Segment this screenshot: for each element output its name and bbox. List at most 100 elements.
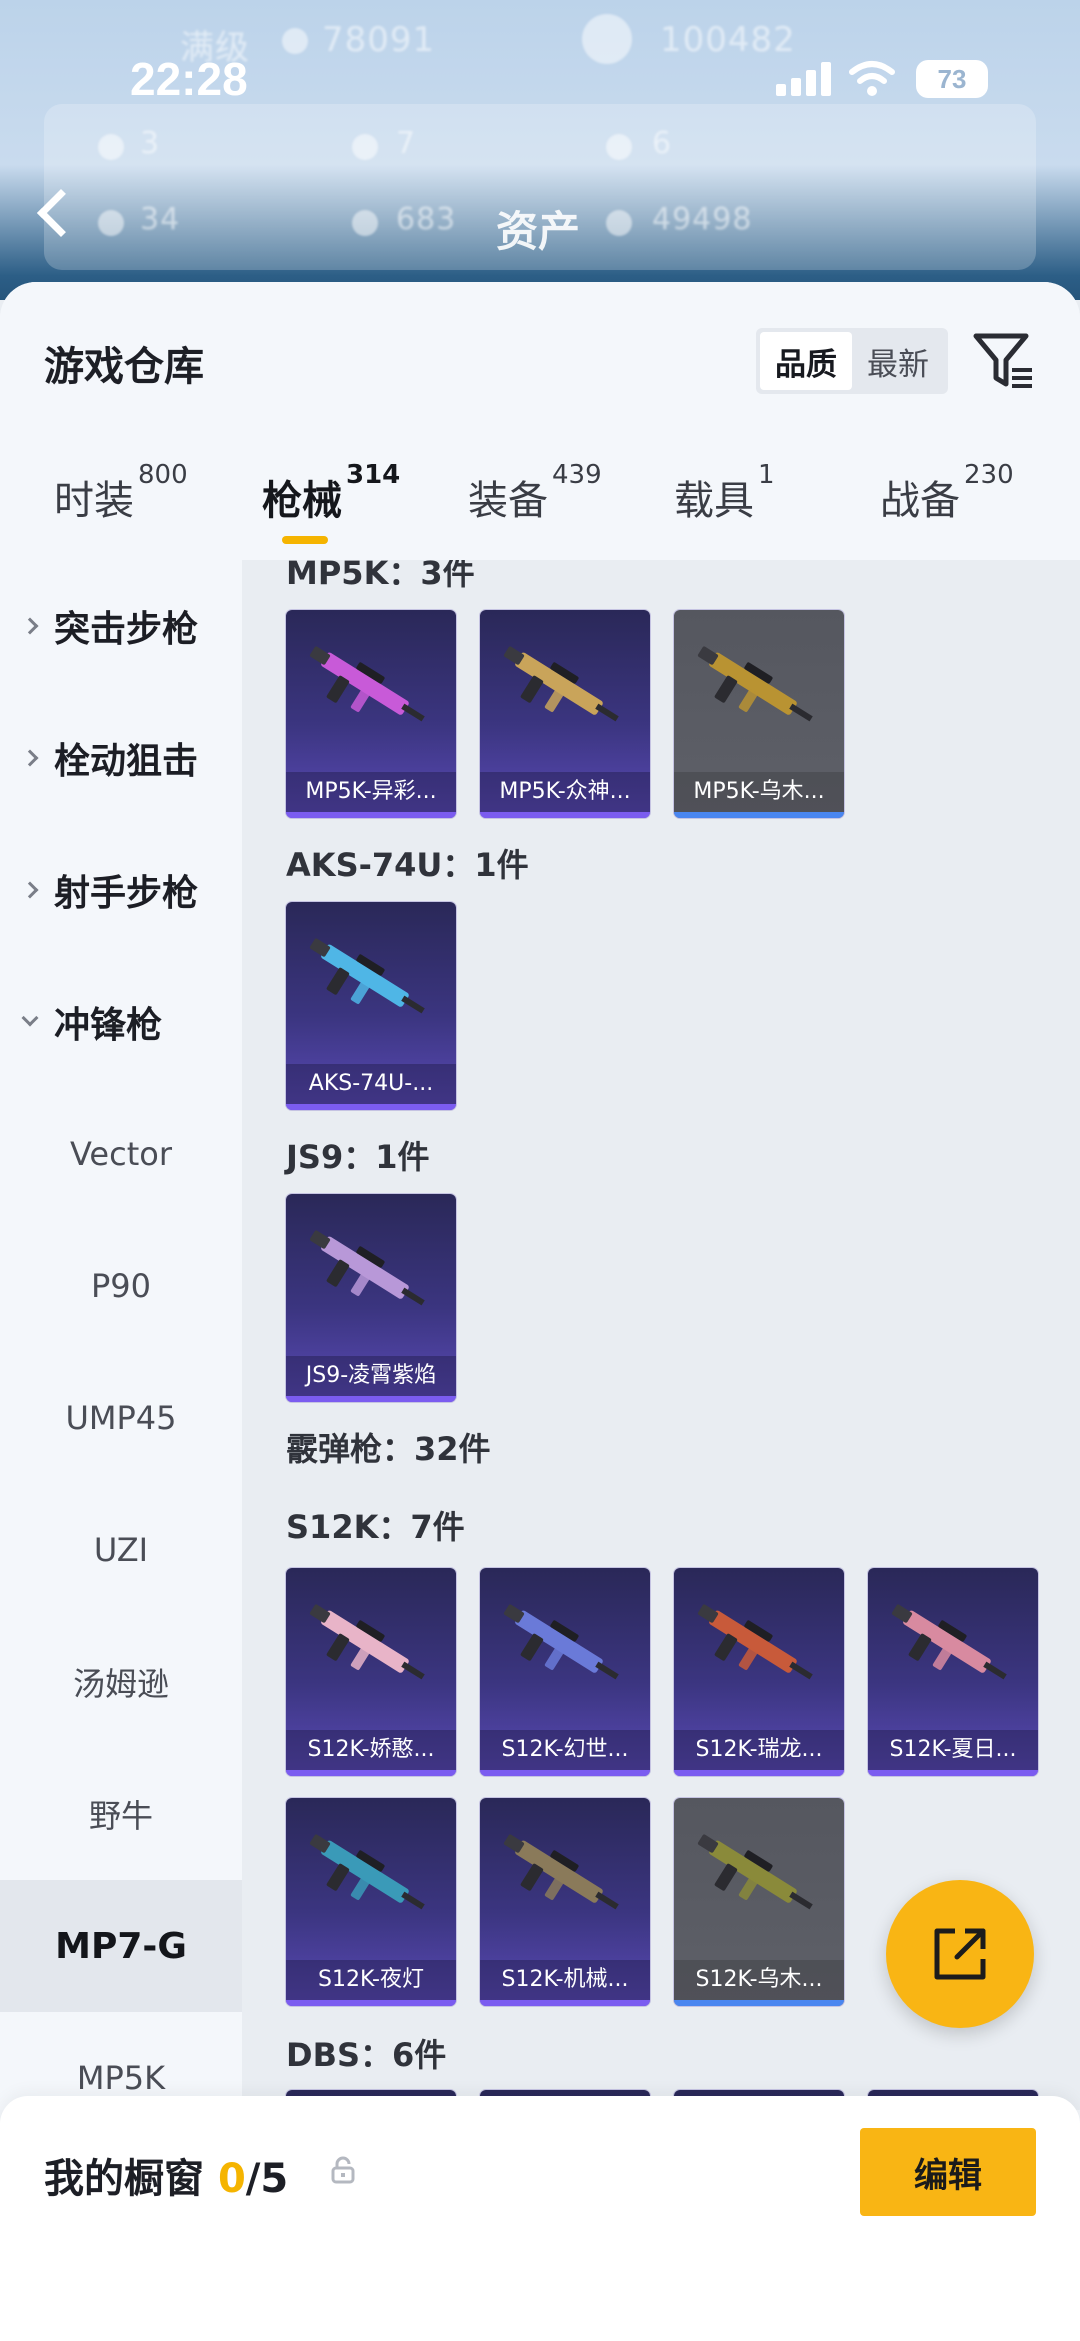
sidebar-item-vector[interactable]: Vector	[0, 1088, 242, 1220]
skin-card[interactable]: JS9-凌霄紫焰	[286, 1194, 456, 1402]
lock-icon	[331, 2156, 355, 2184]
skin-name: S12K-乌木...	[674, 1960, 844, 2000]
skin-card[interactable]: S12K-瑞龙...	[674, 1568, 844, 1776]
cellular-signal-icon	[776, 62, 832, 96]
skin-card[interactable]: S12K-乌木...	[674, 1798, 844, 2006]
sidebar-category-label: 突击步枪	[54, 609, 199, 650]
quality-stripe	[286, 1104, 456, 1110]
tab-fashion[interactable]: 时装800	[54, 460, 188, 568]
tab-count: 1	[758, 460, 775, 490]
sort-toggle: 品质 最新	[756, 328, 948, 394]
backdrop-text: 34	[140, 202, 181, 237]
showcase-bar: 我的橱窗 0/5 编辑	[0, 2096, 1080, 2341]
backdrop-text: 100482	[660, 20, 796, 60]
skin-card[interactable]: S12K-娇憨...	[286, 1568, 456, 1776]
gun-image	[697, 1834, 813, 1910]
sidebar-category-label: 射手步枪	[54, 873, 199, 914]
backdrop-page-title: 资产	[496, 207, 581, 256]
sidebar-item-p90[interactable]: P90	[0, 1220, 242, 1352]
backdrop-text: 6	[652, 126, 673, 161]
status-time: 22:28	[130, 53, 248, 105]
quality-stripe	[674, 812, 844, 818]
tab-equipment[interactable]: 装备439	[468, 460, 602, 568]
page-title: 游戏仓库	[44, 344, 204, 390]
skin-card[interactable]: MP5K-异彩...	[286, 610, 456, 818]
chevron-right-icon	[21, 749, 39, 767]
category-tabs: 时装800 枪械314 装备439 载具1 战备230	[0, 458, 1080, 558]
sidebar-category-marksman-rifle[interactable]: 射手步枪	[0, 824, 242, 956]
sidebar-category-bolt-sniper[interactable]: 栓动狙击	[0, 692, 242, 824]
skin-name: MP5K-众神...	[480, 772, 650, 812]
skin-card[interactable]: S12K-机械...	[480, 1798, 650, 2006]
skin-name: MP5K-异彩...	[286, 772, 456, 812]
group-title-dbs: DBS：6件	[286, 2036, 447, 2074]
skin-card[interactable]: S12K-夜灯	[286, 1798, 456, 2006]
gun-image	[309, 646, 425, 722]
filter-icon[interactable]	[972, 328, 1038, 394]
tab-label: 战备	[880, 478, 960, 524]
quality-stripe	[286, 1396, 456, 1402]
showcase-title: 我的橱窗	[44, 2156, 204, 2202]
tab-tactical[interactable]: 战备230	[880, 460, 1014, 568]
sidebar-category-assault-rifle[interactable]: 突击步枪	[0, 560, 242, 692]
gun-image	[309, 938, 425, 1014]
tab-count: 439	[552, 460, 602, 490]
tab-vehicles[interactable]: 载具1	[674, 460, 775, 568]
skin-name: AKS-74U-...	[286, 1064, 456, 1104]
quality-stripe	[674, 1770, 844, 1776]
quality-stripe	[480, 812, 650, 818]
skin-card[interactable]: AKS-74U-...	[286, 902, 456, 1110]
quality-stripe	[286, 2000, 456, 2006]
backdrop-dot	[98, 210, 124, 236]
skin-name: MP5K-乌木...	[674, 772, 844, 812]
sort-option-quality[interactable]: 品质	[760, 332, 852, 390]
sidebar-category-smg[interactable]: 冲锋枪	[0, 956, 242, 1088]
sidebar-item-ump45[interactable]: UMP45	[0, 1352, 242, 1484]
gun-image	[309, 1604, 425, 1680]
sidebar-item-thompson[interactable]: 汤姆逊	[0, 1616, 242, 1748]
tab-guns[interactable]: 枪械314	[262, 460, 400, 568]
tab-label: 载具	[674, 478, 754, 524]
skin-name: S12K-瑞龙...	[674, 1730, 844, 1770]
showcase-total: /5	[245, 2156, 289, 2202]
skin-card[interactable]: MP5K-众神...	[480, 610, 650, 818]
backdrop-page: 满级 78091 100482 3 7 6 34 683 49498 资产 22…	[0, 0, 1080, 300]
backdrop-avatar	[582, 14, 632, 64]
chevron-down-icon	[21, 1009, 39, 1027]
warehouse-sheet: 游戏仓库 品质 最新 时装800 枪械314 装备439 载具1 战备230 突…	[0, 282, 1080, 2341]
gun-image	[309, 1834, 425, 1910]
battery-indicator: 73	[916, 60, 988, 98]
sidebar-item-uzi[interactable]: UZI	[0, 1484, 242, 1616]
backdrop-text: 49498	[652, 202, 753, 237]
share-icon	[934, 1928, 986, 1980]
backdrop-text: 3	[140, 126, 161, 161]
backdrop-text: 7	[396, 126, 417, 161]
quality-stripe	[674, 2000, 844, 2006]
backdrop-text: 78091	[322, 20, 436, 60]
group-title-aks74u: AKS-74U：1件	[286, 846, 529, 884]
tab-count: 800	[138, 460, 188, 490]
tab-label: 枪械	[262, 478, 342, 524]
active-tab-indicator	[282, 536, 328, 544]
quality-stripe	[480, 1770, 650, 1776]
gun-image	[309, 1230, 425, 1306]
share-button[interactable]	[886, 1880, 1034, 2028]
showcase-label: 我的橱窗 0/5	[44, 2146, 288, 2204]
weapon-skin-list: MP5K：3件 MP5K-异彩... MP5K-众神... MP5K-乌木...…	[242, 560, 1080, 2110]
backdrop-dot	[352, 134, 378, 160]
skin-card[interactable]: S12K-夏日...	[868, 1568, 1038, 1776]
chevron-right-icon	[21, 617, 39, 635]
sidebar-item-bizon[interactable]: 野牛	[0, 1748, 242, 1880]
edit-button[interactable]: 编辑	[860, 2128, 1036, 2216]
sidebar-item-mp7g[interactable]: MP7-G	[0, 1880, 242, 2012]
skin-card[interactable]: MP5K-乌木...	[674, 610, 844, 818]
gun-image	[503, 1834, 619, 1910]
backdrop-dot	[282, 28, 308, 54]
group-title-s12k: S12K：7件	[286, 1508, 465, 1546]
gun-image	[503, 1604, 619, 1680]
backdrop-dot	[606, 210, 632, 236]
skin-card[interactable]: S12K-幻世...	[480, 1568, 650, 1776]
skin-name: JS9-凌霄紫焰	[286, 1356, 456, 1396]
skin-name: S12K-夜灯	[286, 1960, 456, 2000]
sort-option-latest[interactable]: 最新	[852, 332, 944, 390]
